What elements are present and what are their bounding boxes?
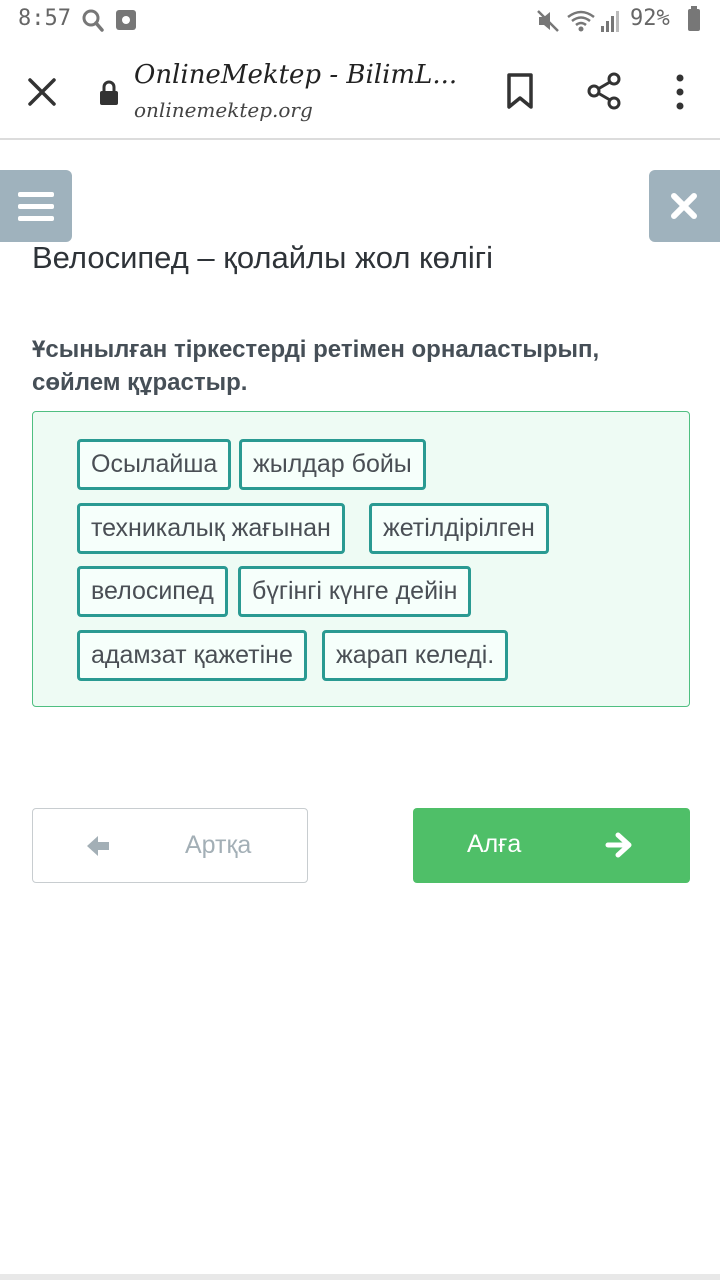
close-icon — [671, 193, 697, 219]
bookmark-icon[interactable] — [506, 72, 534, 110]
menu-button[interactable] — [0, 170, 72, 242]
word-chip[interactable]: бүгінгі күнге дейін — [238, 566, 472, 617]
back-label: Артқа — [185, 831, 252, 859]
status-time: 8:57 — [18, 6, 71, 31]
arrow-right-icon — [605, 832, 632, 858]
task-instruction: Ұсынылған тіркестерді ретімен орналастыр… — [32, 336, 600, 396]
hamburger-icon — [18, 192, 54, 197]
search-icon — [82, 9, 104, 32]
word-chip[interactable]: техникалық жағынан — [77, 503, 345, 554]
lock-icon[interactable] — [98, 80, 120, 106]
mute-icon — [537, 10, 559, 32]
word-chip[interactable]: жылдар бойы — [239, 439, 426, 490]
close-icon[interactable] — [24, 74, 60, 110]
site-title[interactable]: OnlineMektep - BilimL... — [134, 60, 474, 90]
word-chip[interactable]: жарап келеді. — [322, 630, 509, 681]
word-arrangement-area[interactable]: Осылайша жылдар бойы техникалық жағынан … — [32, 411, 690, 707]
close-lesson-button[interactable] — [649, 170, 720, 242]
site-url[interactable]: onlinemektep.org — [134, 98, 313, 122]
bottom-edge — [0, 1274, 720, 1280]
word-chip[interactable]: адамзат қажетіне — [77, 630, 307, 681]
word-chip[interactable]: велосипед — [77, 566, 228, 617]
browser-toolbar: OnlineMektep - BilimL... onlinemektep.or… — [0, 42, 720, 140]
share-icon[interactable] — [586, 72, 622, 110]
signal-icon — [601, 11, 619, 32]
word-chip[interactable]: Осылайша — [77, 439, 232, 490]
back-button[interactable]: Артқа — [32, 808, 308, 883]
wifi-icon — [567, 10, 595, 32]
arrow-left-icon — [87, 836, 109, 856]
status-bar: 8:57 92% — [0, 0, 720, 42]
battery-icon — [688, 6, 700, 31]
next-button[interactable]: Алға — [413, 808, 690, 883]
app-notification-icon — [116, 10, 136, 30]
word-chip[interactable]: жетілдірілген — [369, 503, 549, 554]
page-title: Велосипед – қолайлы жол көлігі — [32, 240, 494, 275]
battery-level: 92% — [630, 6, 670, 31]
more-vertical-icon[interactable] — [670, 72, 690, 112]
hamburger-icon — [18, 216, 54, 221]
hamburger-icon — [18, 204, 54, 209]
next-label: Алға — [467, 830, 522, 858]
